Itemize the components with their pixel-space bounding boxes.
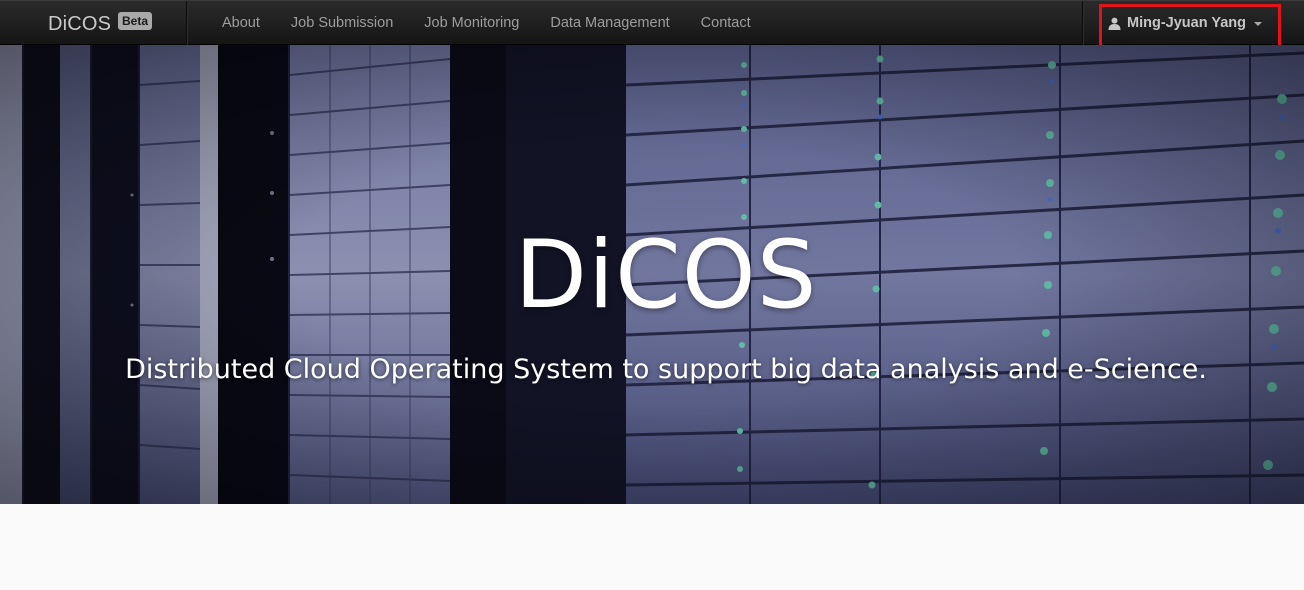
nav-link-contact[interactable]: Contact: [701, 15, 751, 31]
page-content-area: [0, 504, 1304, 590]
nav-link-job-submission[interactable]: Job Submission: [291, 15, 393, 31]
nav-link-data-management[interactable]: Data Management: [550, 15, 669, 31]
nav-links: About Job Submission Job Monitoring Data…: [207, 1, 782, 45]
hero-banner: DiCOS Distributed Cloud Operating System…: [0, 45, 1304, 504]
hero-subtitle: Distributed Cloud Operating System to su…: [125, 354, 1207, 385]
user-menu-highlight: [1099, 4, 1281, 48]
nav-link-about[interactable]: About: [222, 15, 260, 31]
brand[interactable]: DiCOS Beta: [0, 1, 187, 45]
nav-link-job-monitoring[interactable]: Job Monitoring: [424, 15, 519, 31]
beta-badge: Beta: [118, 12, 153, 30]
brand-name[interactable]: DiCOS: [48, 13, 111, 36]
hero-title: DiCOS: [514, 221, 818, 330]
